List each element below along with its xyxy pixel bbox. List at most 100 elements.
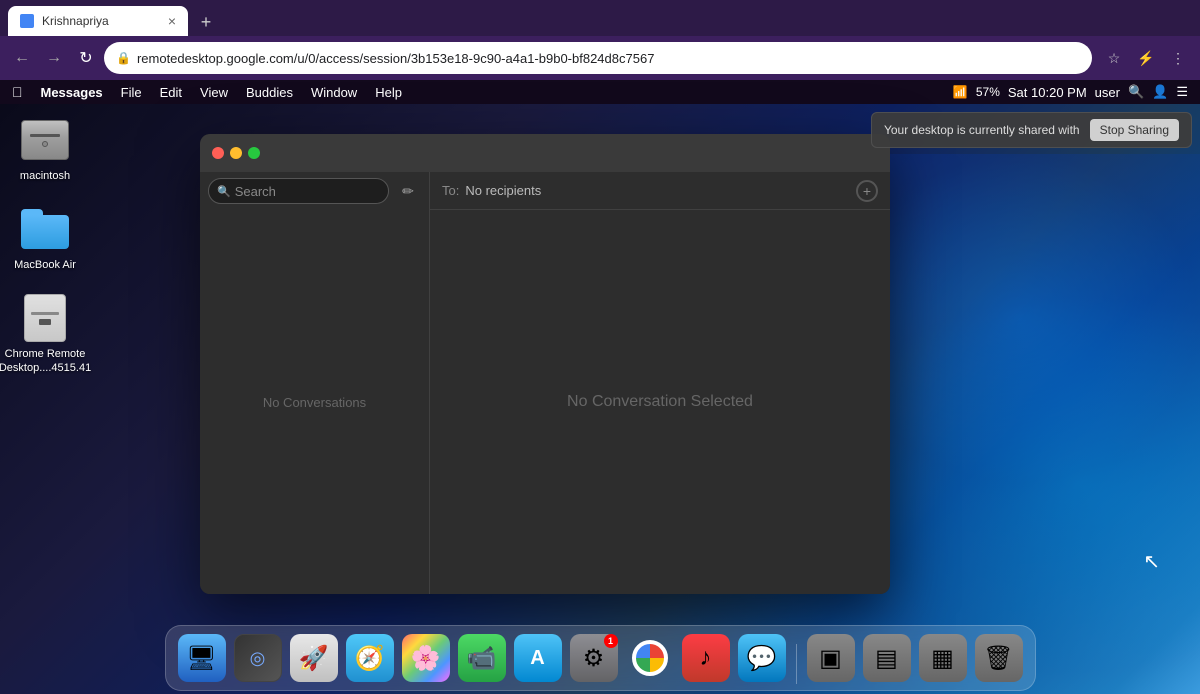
trash-icon: 🗑 bbox=[975, 634, 1023, 682]
dock-music[interactable]: ♪ bbox=[680, 632, 732, 684]
messages-sidebar: 🔍 Search ✏ No Conversations bbox=[200, 172, 430, 594]
dock-finder[interactable]: 🖥 bbox=[176, 632, 228, 684]
dock-item-misc2[interactable]: ▤ bbox=[861, 632, 913, 684]
user-avatar-icon[interactable]: 👤 bbox=[1152, 84, 1168, 100]
menubar-right: 📶 57% Sat 10:20 PM user 🔍 👤 ☰ bbox=[953, 84, 1188, 100]
dock-launchpad[interactable]: 🚀 bbox=[288, 632, 340, 684]
active-tab[interactable]: Krishnapriya × bbox=[8, 6, 188, 36]
search-box[interactable]: 🔍 Search bbox=[208, 178, 389, 204]
app-name-menu[interactable]: Messages bbox=[33, 83, 111, 102]
chrome-toolbar: ← → ↻ 🔒 remotedesktop.google.com/u/0/acc… bbox=[0, 36, 1200, 80]
menubar-left:  Messages File Edit View Buddies Window… bbox=[12, 83, 410, 102]
to-label: To: bbox=[442, 183, 459, 198]
misc1-icon: ▣ bbox=[807, 634, 855, 682]
apple-logo[interactable]:  bbox=[12, 84, 23, 100]
desktop-icon-chrome-remote[interactable]: Chrome Remote Desktop....4515.41 bbox=[10, 292, 80, 374]
drive-graphic bbox=[24, 294, 66, 342]
recipient-input[interactable]: No recipients bbox=[465, 183, 850, 198]
facetime-icon: 📹 bbox=[458, 634, 506, 682]
siri-icon: ◎ bbox=[234, 634, 282, 682]
finder-icon: 🖥 bbox=[178, 634, 226, 682]
address-bar[interactable]: 🔒 remotedesktop.google.com/u/0/access/se… bbox=[104, 42, 1092, 74]
window-menu[interactable]: Window bbox=[303, 83, 365, 102]
macintosh-label: macintosh bbox=[20, 170, 70, 183]
drive-slot bbox=[31, 312, 59, 315]
dock-trash[interactable]: 🗑 bbox=[973, 632, 1025, 684]
chrome-frame: Krishnapriya × + ← → ↻ 🔒 remotedesktop.g… bbox=[0, 0, 1200, 694]
tab-title: Krishnapriya bbox=[42, 14, 160, 28]
mac-menubar:  Messages File Edit View Buddies Window… bbox=[0, 80, 1200, 104]
menu-button[interactable]: ⋮ bbox=[1164, 44, 1192, 72]
reload-button[interactable]: ↻ bbox=[72, 44, 100, 72]
settings-badge: 1 bbox=[604, 634, 618, 648]
control-center-icon[interactable]: ☰ bbox=[1176, 84, 1188, 100]
search-icon[interactable]: 🔍 bbox=[1128, 84, 1144, 100]
compose-bar: To: No recipients + bbox=[430, 172, 890, 210]
url-text: remotedesktop.google.com/u/0/access/sess… bbox=[137, 51, 1080, 66]
minimize-window-button[interactable] bbox=[230, 147, 242, 159]
close-window-button[interactable] bbox=[212, 147, 224, 159]
dock-siri[interactable]: ◎ bbox=[232, 632, 284, 684]
compose-button[interactable]: ✏ bbox=[395, 178, 421, 204]
dock-settings[interactable]: ⚙ 1 bbox=[568, 632, 620, 684]
battery-status: 57% bbox=[976, 85, 1000, 99]
stop-sharing-button[interactable]: Stop Sharing bbox=[1090, 119, 1179, 141]
view-menu[interactable]: View bbox=[192, 83, 236, 102]
bookmark-button[interactable]: ☆ bbox=[1100, 44, 1128, 72]
window-titlebar bbox=[200, 134, 890, 172]
traffic-lights bbox=[212, 147, 260, 159]
search-input[interactable]: Search bbox=[235, 184, 276, 199]
hdd-slot bbox=[30, 134, 60, 137]
sidebar-toolbar: 🔍 Search ✏ bbox=[200, 172, 429, 210]
dock-bar: 🖥 ◎ 🚀 🧭 🌸 📹 bbox=[165, 625, 1036, 691]
edit-menu[interactable]: Edit bbox=[152, 83, 190, 102]
misc3-icon: ▦ bbox=[919, 634, 967, 682]
folder-icon bbox=[19, 203, 71, 255]
notification-text: Your desktop is currently shared with bbox=[884, 123, 1080, 137]
window-body: 🔍 Search ✏ No Conversations To: No rec bbox=[200, 172, 890, 594]
folder-body bbox=[21, 215, 69, 249]
dock-safari[interactable]: 🧭 bbox=[344, 632, 396, 684]
dock-chrome[interactable] bbox=[624, 632, 676, 684]
back-button[interactable]: ← bbox=[8, 44, 36, 72]
dock-photos[interactable]: 🌸 bbox=[400, 632, 452, 684]
extensions-button[interactable]: ⚡ bbox=[1132, 44, 1160, 72]
photos-icon: 🌸 bbox=[402, 634, 450, 682]
clock: Sat 10:20 PM bbox=[1008, 85, 1087, 100]
folder-graphic bbox=[21, 209, 69, 249]
dock-facetime[interactable]: 📹 bbox=[456, 632, 508, 684]
file-menu[interactable]: File bbox=[113, 83, 150, 102]
add-recipient-button[interactable]: + bbox=[856, 180, 878, 202]
mac-content:  Messages File Edit View Buddies Window… bbox=[0, 80, 1200, 694]
tab-favicon bbox=[20, 14, 34, 28]
messages-main: To: No recipients + No Conversation Sele… bbox=[430, 172, 890, 594]
macintosh-icon bbox=[19, 114, 71, 166]
new-tab-button[interactable]: + bbox=[192, 8, 220, 36]
hdd-light bbox=[42, 141, 48, 147]
desktop-icon-macbook-air[interactable]: MacBook Air bbox=[10, 203, 80, 272]
chrome-tab-bar: Krishnapriya × + bbox=[0, 0, 1200, 36]
desktop-icon-macintosh[interactable]: macintosh bbox=[10, 114, 80, 183]
tab-close-button[interactable]: × bbox=[168, 13, 176, 29]
chrome-remote-label: Chrome Remote Desktop....4515.41 bbox=[0, 348, 91, 374]
dock-item-misc3[interactable]: ▦ bbox=[917, 632, 969, 684]
drive-icon bbox=[19, 292, 71, 344]
maximize-window-button[interactable] bbox=[248, 147, 260, 159]
mac-desktop: Your desktop is currently shared with St… bbox=[0, 104, 1200, 694]
drive-port bbox=[39, 319, 51, 325]
buddies-menu[interactable]: Buddies bbox=[238, 83, 301, 102]
sharing-notification: Your desktop is currently shared with St… bbox=[871, 112, 1192, 148]
mac-dock: 🖥 ◎ 🚀 🧭 🌸 📹 bbox=[0, 622, 1200, 694]
desktop-icons: macintosh MacBook Air bbox=[10, 114, 80, 375]
help-menu[interactable]: Help bbox=[367, 83, 410, 102]
misc2-icon: ▤ bbox=[863, 634, 911, 682]
dock-item-misc1[interactable]: ▣ bbox=[805, 632, 857, 684]
dock-appstore[interactable]: A bbox=[512, 632, 564, 684]
lock-icon: 🔒 bbox=[116, 51, 131, 65]
dock-messages[interactable]: 💬 bbox=[736, 632, 788, 684]
dock-divider bbox=[796, 644, 797, 684]
user-label: user bbox=[1095, 85, 1120, 100]
no-conversations-label: No Conversations bbox=[200, 210, 429, 594]
forward-button[interactable]: → bbox=[40, 44, 68, 72]
search-icon: 🔍 bbox=[217, 185, 231, 198]
